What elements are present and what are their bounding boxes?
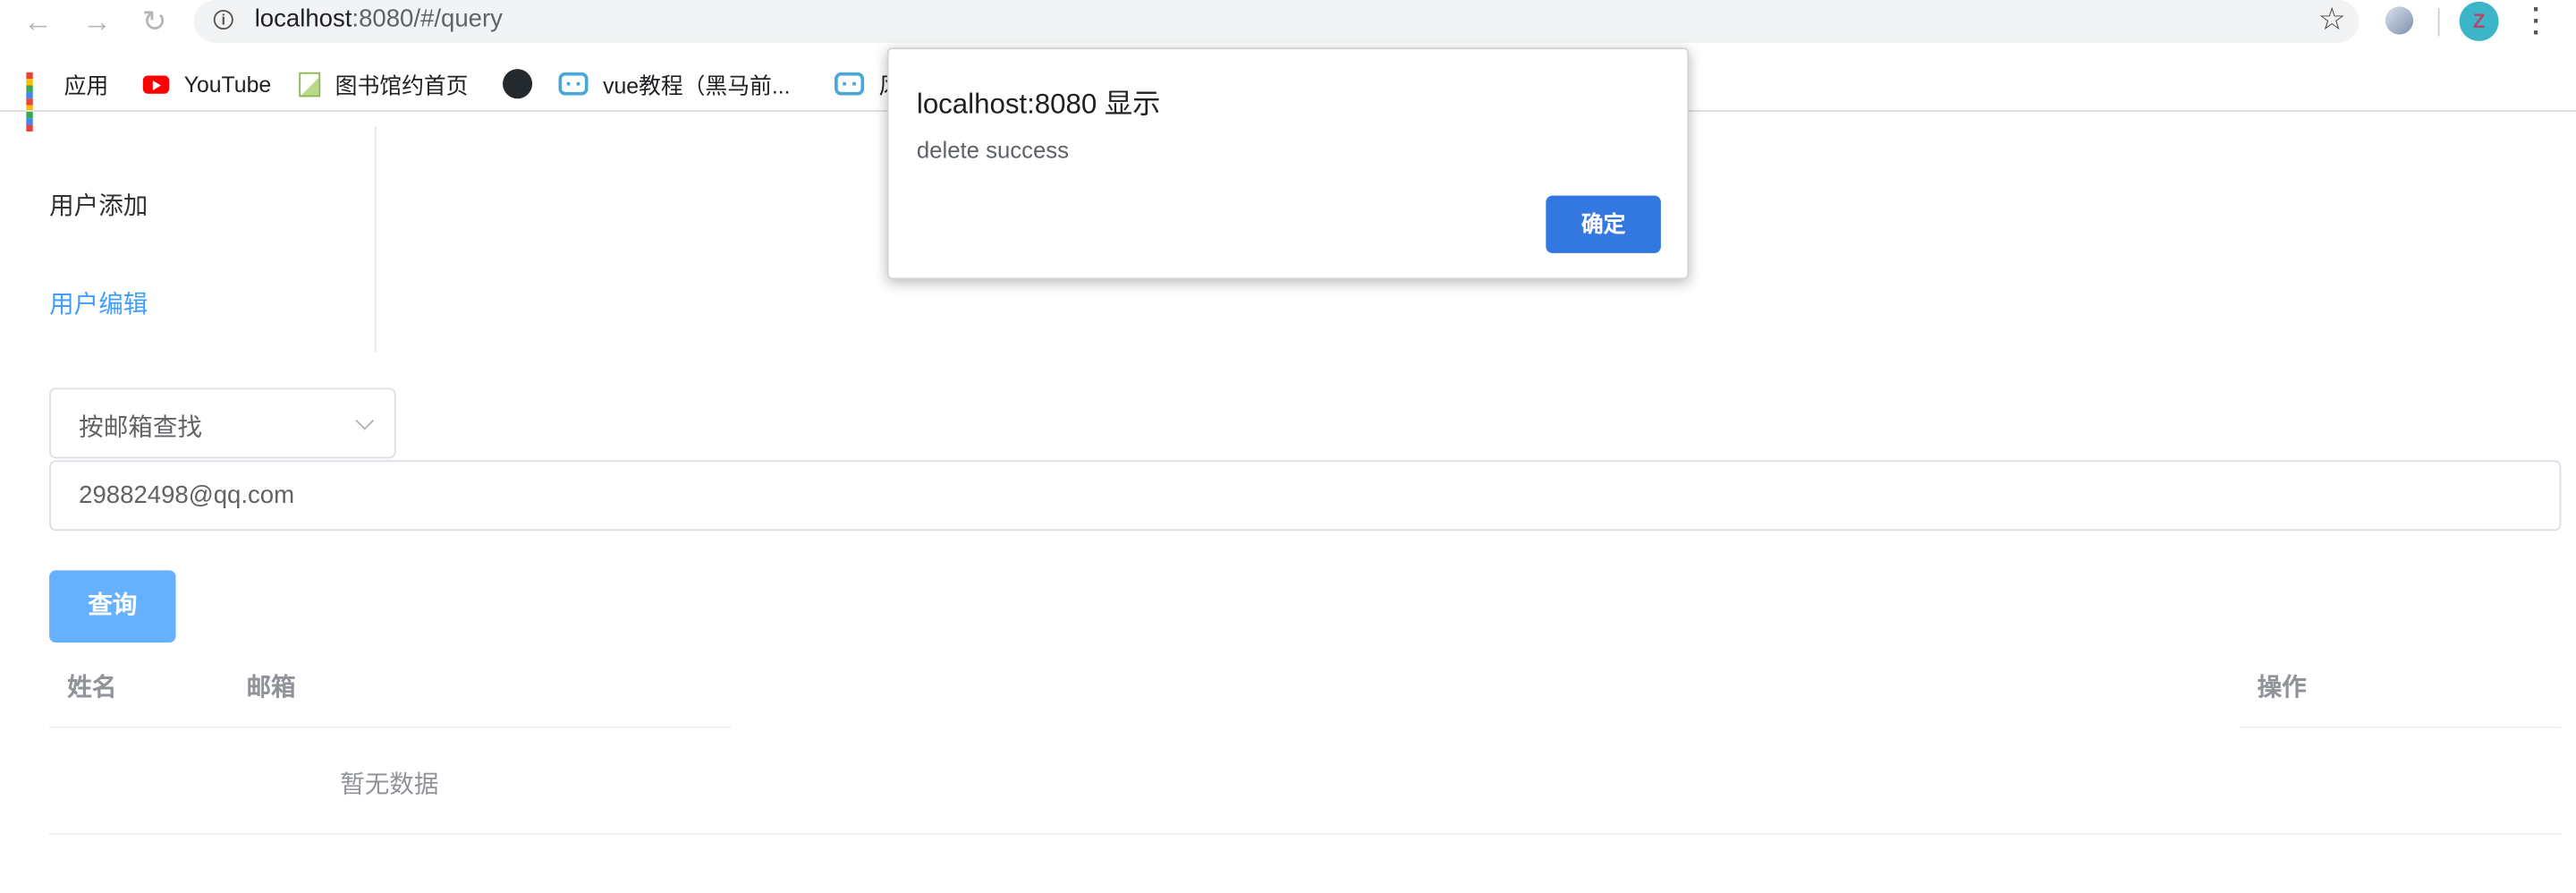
alert-dialog: localhost:8080 显示 delete success 确定: [886, 47, 1690, 280]
profile-avatar[interactable]: Z: [2459, 1, 2499, 41]
select-value: 按邮箱查找: [79, 413, 202, 443]
browser-window: ← → ↻ i localhost:8080/#/query ☆ Z · · · 应…: [0, 0, 2576, 892]
apps-grid-icon: [26, 72, 49, 132]
table-header-divider: [2239, 726, 2562, 728]
table-bottom-border: [49, 833, 2562, 836]
forward-arrow-icon[interactable]: →: [79, 4, 114, 39]
back-arrow-icon[interactable]: ←: [20, 4, 55, 39]
sidebar-item-edit-user[interactable]: 用户编辑: [49, 286, 148, 321]
side-menu: 用户添加 用户编辑: [0, 126, 377, 353]
url-host: localhost: [254, 4, 352, 33]
dialog-message: delete success: [916, 136, 1069, 163]
extension-icon[interactable]: [2385, 6, 2414, 35]
kebab-menu-icon[interactable]: · · ·: [2525, 0, 2548, 47]
info-icon[interactable]: i: [213, 10, 233, 30]
column-header-name: 姓名: [67, 674, 117, 702]
star-icon[interactable]: ☆: [2318, 2, 2345, 39]
bookmark-youtube[interactable]: YouTube: [142, 65, 272, 101]
query-button[interactable]: 查询: [49, 570, 176, 643]
bookmark-library[interactable]: 图书馆约首页: [299, 65, 468, 101]
github-icon: [503, 69, 533, 99]
page-icon: [299, 71, 321, 97]
bookmark-vue-tutorial[interactable]: vue教程（黑马前...: [558, 65, 791, 101]
ok-button[interactable]: 确定: [1546, 195, 1661, 253]
bookmark-github[interactable]: [503, 65, 547, 101]
url-path: :8080/#/query: [352, 4, 503, 33]
bookmark-label: YouTube: [183, 71, 272, 97]
reload-icon[interactable]: ↻: [136, 4, 172, 39]
toolbar-separator: [2437, 8, 2440, 37]
bilibili-icon: [835, 72, 865, 96]
chevron-down-icon: [355, 411, 375, 430]
search-type-select[interactable]: 按邮箱查找: [49, 387, 396, 459]
bilibili-icon: [558, 72, 589, 96]
youtube-icon: [142, 74, 170, 93]
column-header-actions: 操作: [2257, 674, 2307, 702]
address-bar[interactable]: i localhost:8080/#/query ☆: [193, 0, 2360, 43]
email-search-input[interactable]: [49, 460, 2562, 532]
bookmark-label: 应用: [64, 73, 109, 99]
bookmark-label: vue教程（黑马前...: [603, 73, 791, 99]
bookmark-label: 图书馆约首页: [335, 73, 469, 99]
table-header-divider: [49, 726, 732, 728]
browser-toolbar: ← → ↻ i localhost:8080/#/query ☆ Z · · ·: [0, 0, 2576, 47]
bookmark-apps[interactable]: 应用: [26, 65, 109, 132]
dialog-title: localhost:8080 显示: [916, 89, 1161, 121]
table-empty-text: 暂无数据: [340, 770, 439, 799]
column-header-email: 邮箱: [246, 674, 296, 702]
url-text[interactable]: localhost:8080/#/query: [255, 5, 503, 33]
sidebar-item-add-user[interactable]: 用户添加: [49, 187, 148, 222]
